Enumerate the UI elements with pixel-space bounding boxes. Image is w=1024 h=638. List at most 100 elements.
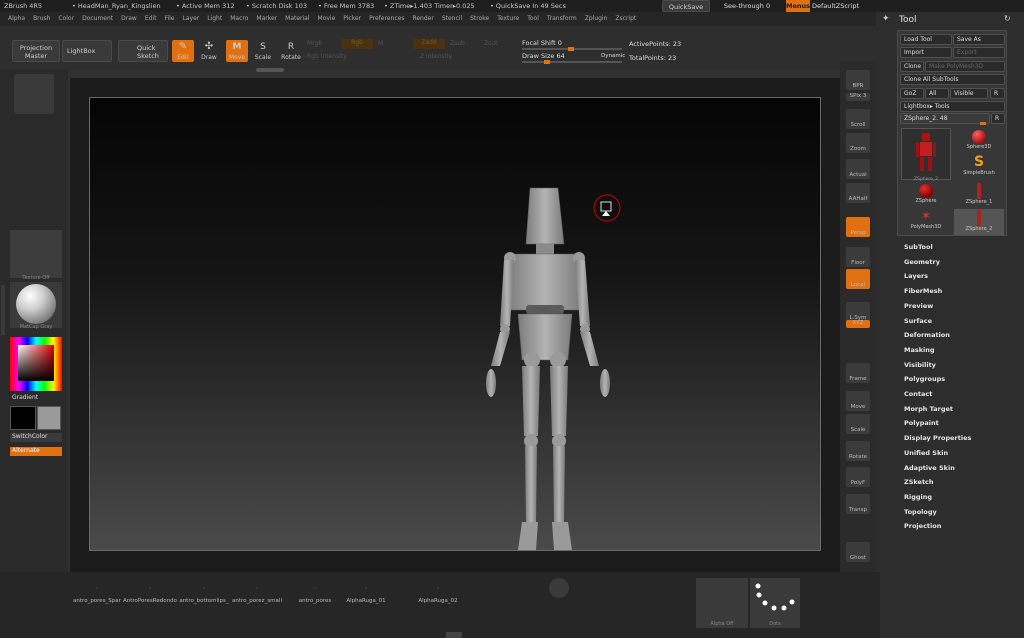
export-button[interactable]: Export bbox=[953, 47, 1005, 58]
refresh-icon[interactable]: ↻ bbox=[1004, 14, 1011, 23]
texture-slot[interactable] bbox=[10, 230, 62, 278]
document-canvas[interactable] bbox=[89, 97, 821, 551]
tool-thumb-zsphere1[interactable]: ZSphere_1 bbox=[954, 182, 1004, 208]
subpalette-contact[interactable]: Contact bbox=[904, 390, 932, 398]
r-button[interactable]: R bbox=[990, 88, 1005, 99]
edit-button[interactable]: ✎ Edit bbox=[172, 40, 194, 62]
subpalette-polypaint[interactable]: Polypaint bbox=[904, 419, 939, 427]
subpalette-surface[interactable]: Surface bbox=[904, 317, 932, 325]
stroke-dots-slot[interactable]: Dots bbox=[750, 578, 800, 628]
menu-render[interactable]: Render bbox=[412, 12, 433, 26]
mrgb-button[interactable]: Mrgb bbox=[307, 40, 322, 47]
subpalette-masking[interactable]: Masking bbox=[904, 346, 935, 354]
subpalette-zsketch[interactable]: ZSketch bbox=[904, 478, 934, 486]
secondary-color-swatch[interactable] bbox=[37, 406, 61, 430]
tool-thumb-polymesh3d[interactable]: ✶ PolyMesh3D bbox=[901, 209, 951, 235]
bottom-tray-handle[interactable] bbox=[446, 632, 462, 638]
menu-marker[interactable]: Marker bbox=[256, 12, 277, 26]
dynamic-button[interactable]: Dynamic bbox=[601, 53, 625, 59]
visible-button[interactable]: Visible bbox=[950, 88, 988, 99]
see-through-slider[interactable]: See-through 0 bbox=[714, 0, 780, 12]
alpha-off-slot[interactable]: Alpha Off bbox=[696, 578, 748, 628]
quick-sketch-button[interactable]: Quick Sketch bbox=[118, 40, 168, 62]
subpalette-visibility[interactable]: Visibility bbox=[904, 361, 936, 369]
rotate-button[interactable]: R Rotate bbox=[280, 40, 302, 62]
menu-light[interactable]: Light bbox=[207, 12, 222, 26]
subpalette-unified-skin[interactable]: Unified Skin bbox=[904, 449, 948, 457]
zsub-button[interactable]: Zsub bbox=[450, 40, 465, 47]
subpalette-morph-target[interactable]: Morph Target bbox=[904, 405, 953, 413]
menus-button[interactable]: Menus bbox=[786, 0, 810, 12]
quicksave-button[interactable]: QuickSave bbox=[662, 0, 710, 12]
all-button[interactable]: All bbox=[925, 88, 949, 99]
menu-tool[interactable]: Tool bbox=[527, 12, 539, 26]
tool-thumb-sphere3d[interactable]: Sphere3D bbox=[954, 128, 1004, 154]
subpalette-adaptive-skin[interactable]: Adaptive Skin bbox=[904, 464, 955, 472]
alpha-slot[interactable]: · AntroPoresRedondo bbox=[122, 584, 178, 604]
zcut-button[interactable]: Zcut bbox=[484, 40, 498, 47]
rgb-button[interactable]: Rgb bbox=[341, 39, 373, 49]
m-button[interactable]: M bbox=[378, 40, 383, 47]
menu-picker[interactable]: Picker bbox=[343, 12, 361, 26]
alpha-slot[interactable]: · AlphaRuga_02 bbox=[410, 584, 466, 604]
subpalette-deformation[interactable]: Deformation bbox=[904, 331, 950, 339]
focal-shift-slider[interactable] bbox=[522, 47, 622, 51]
menu-file[interactable]: File bbox=[164, 12, 174, 26]
subpalette-preview[interactable]: Preview bbox=[904, 302, 933, 310]
subpalette-subtool[interactable]: SubTool bbox=[904, 243, 933, 251]
subpalette-fibermesh[interactable]: FiberMesh bbox=[904, 287, 942, 295]
left-tray-handle[interactable] bbox=[1, 285, 5, 335]
move-button[interactable]: M Move bbox=[226, 40, 248, 62]
color-picker[interactable] bbox=[10, 337, 62, 391]
draw-size-slider[interactable] bbox=[522, 60, 622, 64]
default-zscript-button[interactable]: DefaultZScript bbox=[812, 0, 874, 12]
menu-alpha[interactable]: Alpha bbox=[8, 12, 25, 26]
clone-all-subtools-button[interactable]: Clone All SubTools bbox=[900, 74, 1005, 85]
menu-zscript[interactable]: Zscript bbox=[615, 12, 636, 26]
lightbox-tools-button[interactable]: Lightbox▸ Tools bbox=[900, 101, 1005, 112]
subpalette-display-properties[interactable]: Display Properties bbox=[904, 434, 971, 442]
draw-button[interactable]: ✣ Draw bbox=[198, 40, 220, 62]
alpha-slot[interactable]: · antro_bottomlips_ bbox=[176, 584, 232, 604]
menu-document[interactable]: Document bbox=[82, 12, 113, 26]
subpalette-polygroups[interactable]: Polygroups bbox=[904, 375, 945, 383]
top-shelf-scroll-handle[interactable] bbox=[256, 68, 284, 72]
switch-color-button[interactable]: SwitchColor bbox=[10, 433, 62, 442]
subpalette-rigging[interactable]: Rigging bbox=[904, 493, 932, 501]
clone-button[interactable]: Clone bbox=[900, 61, 924, 72]
projection-master-button[interactable]: Projection Master bbox=[12, 40, 60, 62]
menu-stroke[interactable]: Stroke bbox=[470, 12, 489, 26]
tool-thumb-simplebrush[interactable]: S SimpleBrush bbox=[954, 155, 1004, 181]
make-polymesh-button[interactable]: Make PolyMesh3D bbox=[925, 61, 1005, 72]
alternate-button[interactable]: Alternate bbox=[10, 447, 62, 456]
tool-thumb-zsphere[interactable]: ZSphere bbox=[901, 182, 951, 208]
rgb-intensity-slider[interactable]: Rgb Intensity bbox=[307, 53, 347, 60]
tool-thumb-zsphere2-selected[interactable]: ZSphere_2 bbox=[954, 209, 1004, 235]
import-button[interactable]: Import bbox=[900, 47, 952, 58]
main-color-swatch[interactable] bbox=[10, 406, 36, 430]
menu-color[interactable]: Color bbox=[58, 12, 74, 26]
alpha-slot[interactable]: · antro_pores_Spar bbox=[69, 584, 125, 604]
menu-brush[interactable]: Brush bbox=[33, 12, 50, 26]
material-slot[interactable] bbox=[10, 282, 62, 328]
goz-button[interactable]: GoZ bbox=[900, 88, 924, 99]
zadd-button[interactable]: Zadd bbox=[413, 39, 445, 49]
tool-palette-title[interactable]: Tool bbox=[899, 15, 916, 25]
menu-material[interactable]: Material bbox=[285, 12, 309, 26]
menu-layer[interactable]: Layer bbox=[183, 12, 200, 26]
lightbox-button[interactable]: LightBox bbox=[62, 40, 112, 62]
subpalette-topology[interactable]: Topology bbox=[904, 508, 937, 516]
menu-draw[interactable]: Draw bbox=[121, 12, 137, 26]
tool-thumb-zsphere2-large[interactable]: ZSphere_2 bbox=[901, 128, 951, 182]
alpha-slot[interactable]: · antro_pores bbox=[287, 584, 343, 604]
menu-transform[interactable]: Transform bbox=[547, 12, 577, 26]
menu-edit[interactable]: Edit bbox=[145, 12, 157, 26]
alpha-slot[interactable]: · AlphaRuga_01 bbox=[338, 584, 394, 604]
subpalette-layers[interactable]: Layers bbox=[904, 272, 928, 280]
color-square[interactable] bbox=[18, 345, 54, 381]
menu-preferences[interactable]: Preferences bbox=[369, 12, 404, 26]
current-brush-thumbnail[interactable] bbox=[14, 74, 54, 114]
subpalette-geometry[interactable]: Geometry bbox=[904, 258, 940, 266]
gradient-label[interactable]: Gradient bbox=[12, 394, 38, 401]
mannequin-model[interactable] bbox=[90, 98, 822, 552]
